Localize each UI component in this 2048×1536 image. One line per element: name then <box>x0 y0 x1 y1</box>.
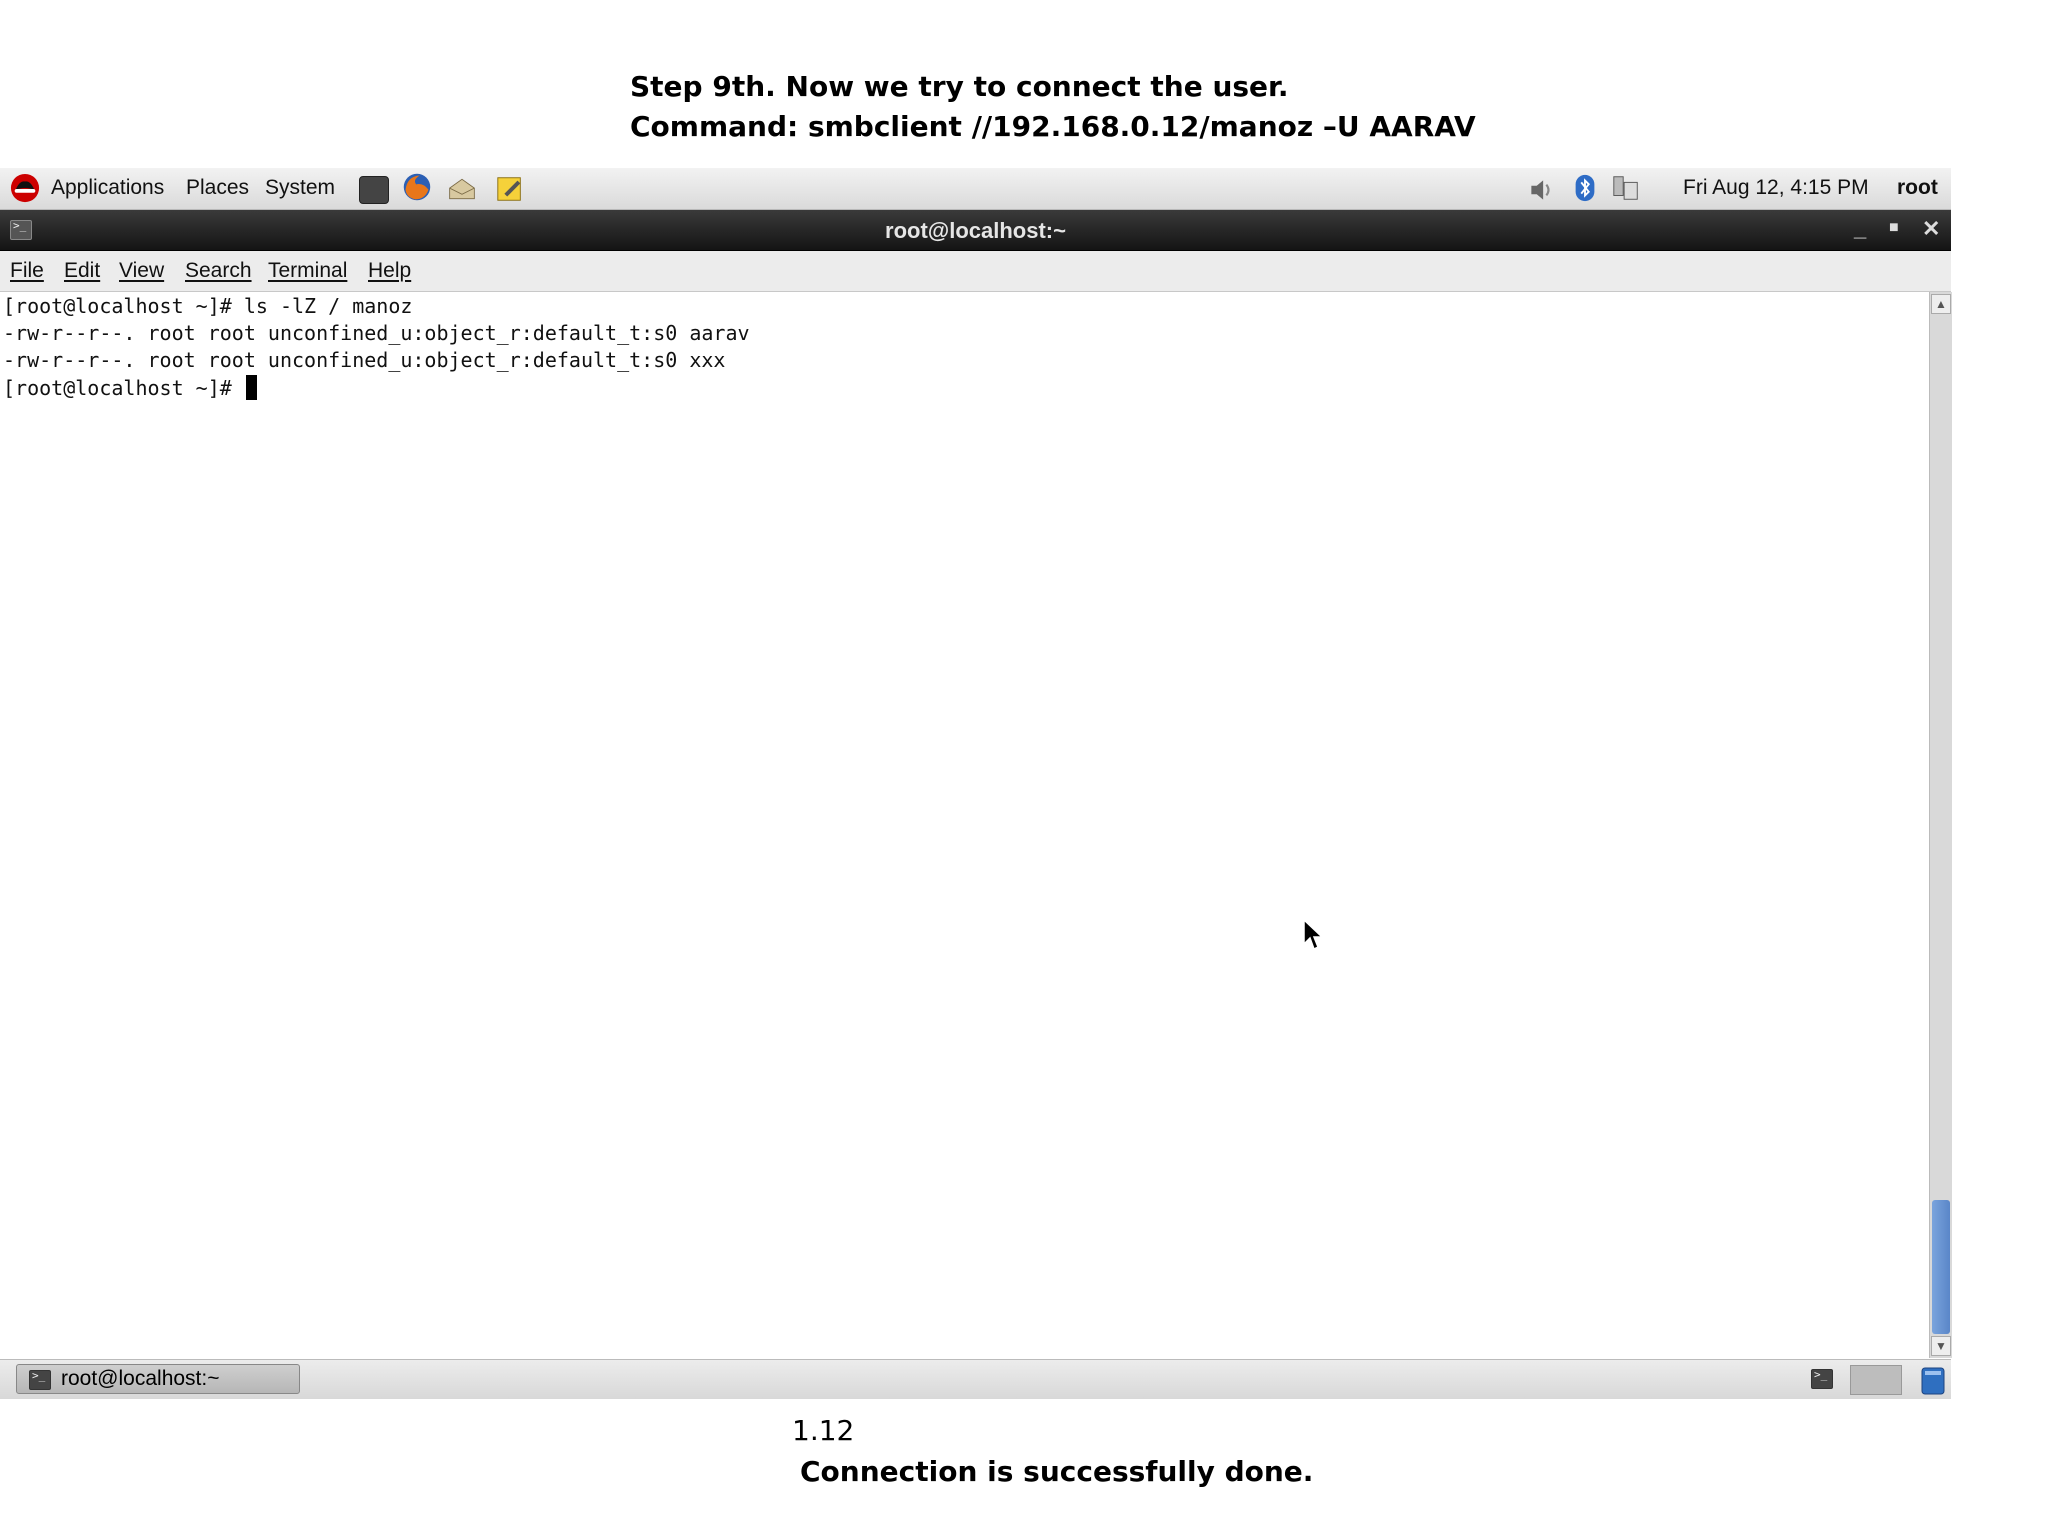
places-menu[interactable]: Places <box>186 176 249 200</box>
terminal-line: -rw-r--r--. root root unconfined_u:objec… <box>3 348 726 372</box>
menu-file[interactable]: File <box>10 259 44 283</box>
menu-terminal[interactable]: Terminal <box>268 259 347 283</box>
terminal-icon[interactable] <box>359 176 389 204</box>
mail-icon[interactable] <box>447 174 477 204</box>
mouse-pointer-icon <box>1303 918 1324 951</box>
terminal-output[interactable]: [root@localhost ~]# ls -lZ / manoz -rw-r… <box>0 292 1928 1358</box>
command-caption: Command: smbclient //192.168.0.12/manoz … <box>630 110 1476 143</box>
user-menu[interactable]: root <box>1897 176 1938 200</box>
system-menu[interactable]: System <box>265 176 335 200</box>
taskbar-window-button[interactable]: root@localhost:~ <box>16 1364 300 1394</box>
menu-edit[interactable]: Edit <box>64 259 100 283</box>
terminal-prompt-line: [root@localhost ~]# <box>3 375 257 400</box>
workspace-2[interactable] <box>1850 1365 1902 1395</box>
workspace-1-icon[interactable] <box>1811 1368 1833 1389</box>
terminal-prompt: [root@localhost ~]# <box>3 376 244 400</box>
taskbar-window-label: root@localhost:~ <box>61 1367 220 1390</box>
menu-search[interactable]: Search <box>185 259 252 283</box>
menu-view[interactable]: View <box>119 259 164 283</box>
volume-icon[interactable] <box>1526 175 1556 205</box>
close-icon[interactable]: ✕ <box>1922 216 1940 242</box>
menu-bar: File Edit View Search Terminal Help <box>0 251 1951 292</box>
window-titlebar[interactable]: root@localhost:~ _ ■ ✕ <box>0 210 1951 251</box>
applications-menu[interactable]: Applications <box>51 176 164 200</box>
scroll-thumb[interactable] <box>1932 1200 1950 1334</box>
terminal-scrollbar[interactable]: ▲ ▼ <box>1929 292 1952 1358</box>
redhat-logo-icon[interactable] <box>10 173 40 203</box>
bluetooth-icon[interactable] <box>1570 173 1600 203</box>
trash-icon[interactable] <box>1918 1364 1948 1396</box>
result-caption: Connection is successfully done. <box>800 1455 1314 1488</box>
figure-number: 1.12 <box>792 1414 855 1447</box>
window-title: root@localhost:~ <box>885 218 1066 243</box>
network-icon[interactable] <box>1611 173 1641 203</box>
scroll-down-icon[interactable]: ▼ <box>1931 1336 1951 1356</box>
terminal-cursor <box>245 375 257 400</box>
terminal-line: [root@localhost ~]# ls -lZ / manoz <box>3 294 413 318</box>
clock[interactable]: Fri Aug 12, 4:15 PM <box>1683 176 1869 200</box>
bottom-panel: root@localhost:~ <box>0 1359 1951 1399</box>
notes-icon[interactable] <box>495 174 525 204</box>
maximize-icon[interactable]: ■ <box>1889 219 1899 237</box>
firefox-icon[interactable] <box>402 172 432 202</box>
top-panel: Applications Places System Fri Aug 12, 4… <box>0 168 1951 210</box>
menu-help[interactable]: Help <box>368 259 411 283</box>
scroll-up-icon[interactable]: ▲ <box>1931 294 1951 314</box>
step-caption: Step 9th. Now we try to connect the user… <box>630 70 1289 103</box>
terminal-line: -rw-r--r--. root root unconfined_u:objec… <box>3 321 750 345</box>
taskbar-terminal-icon <box>29 1369 51 1390</box>
minimize-icon[interactable]: _ <box>1854 216 1866 242</box>
